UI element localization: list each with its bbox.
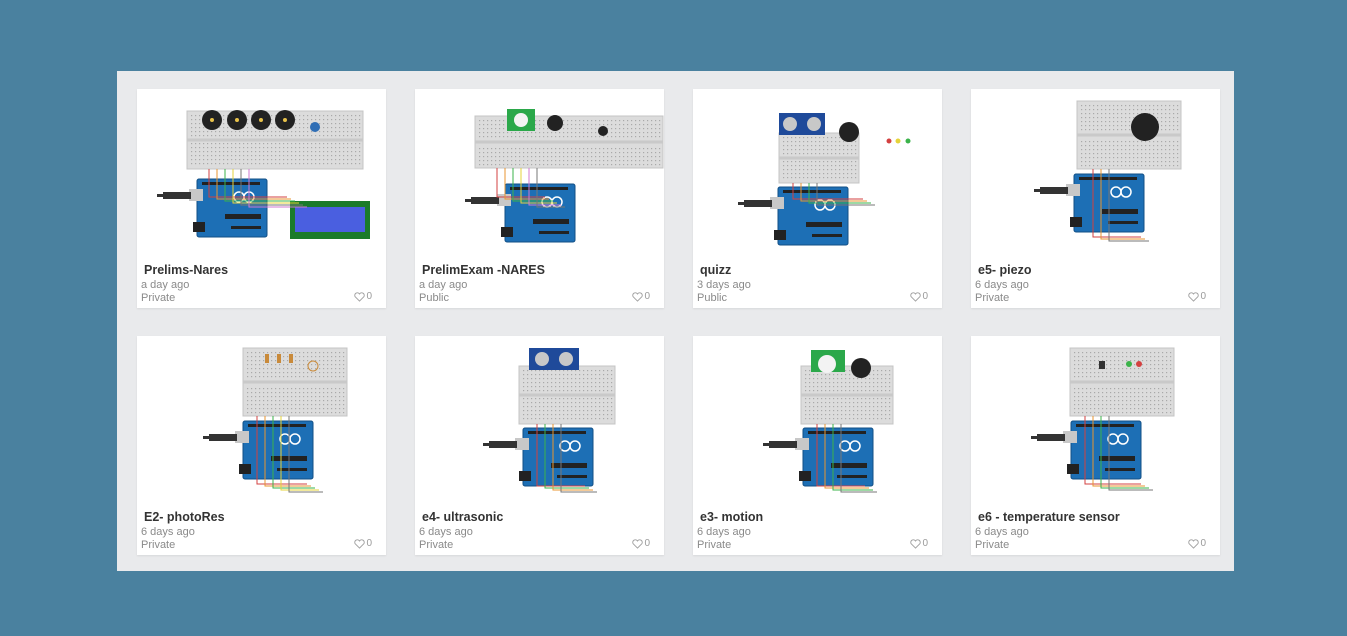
project-visibility: Private (141, 539, 176, 551)
project-title[interactable]: e5- piezo (978, 263, 1032, 277)
project-title[interactable]: Prelims-Nares (144, 263, 228, 277)
like-count: 0 (366, 538, 372, 549)
circuit-diagram (738, 113, 911, 246)
projects-panel: Prelims-Nares a day ago Private 0 Prelim… (117, 71, 1234, 571)
project-card[interactable]: e4- ultrasonic 6 days ago Private 0 (415, 336, 664, 555)
project-thumbnail[interactable] (415, 336, 664, 506)
like-button[interactable]: 0 (910, 538, 928, 549)
like-button[interactable]: 0 (354, 291, 372, 302)
project-thumbnail[interactable] (137, 89, 386, 259)
like-count: 0 (1200, 291, 1206, 302)
project-date: 6 days ago (419, 526, 473, 538)
heart-icon (632, 291, 644, 302)
like-count: 0 (922, 538, 928, 549)
project-thumbnail[interactable] (137, 336, 386, 506)
circuit-diagram (763, 350, 894, 493)
heart-icon (354, 538, 366, 549)
project-date: a day ago (419, 279, 468, 291)
like-count: 0 (366, 291, 372, 302)
circuit-diagram (1034, 100, 1182, 242)
project-date: 6 days ago (975, 526, 1029, 538)
project-title[interactable]: quizz (700, 263, 731, 277)
like-button[interactable]: 0 (632, 291, 650, 302)
project-thumbnail[interactable] (415, 89, 664, 259)
project-title[interactable]: e4- ultrasonic (422, 510, 503, 524)
heart-icon (1188, 538, 1200, 549)
project-date: 3 days ago (697, 279, 751, 291)
circuit-diagram (1031, 347, 1175, 491)
circuit-diagram (483, 348, 616, 493)
like-count: 0 (644, 291, 650, 302)
like-button[interactable]: 0 (910, 291, 928, 302)
project-card[interactable]: E2- photoRes 6 days ago Private 0 (137, 336, 386, 555)
project-thumbnail[interactable] (693, 336, 942, 506)
like-count: 0 (644, 538, 650, 549)
like-button[interactable]: 0 (1188, 291, 1206, 302)
circuit-diagram (203, 347, 348, 493)
heart-icon (354, 291, 366, 302)
project-card[interactable]: e3- motion 6 days ago Private 0 (693, 336, 942, 555)
project-title[interactable]: PrelimExam -NARES (422, 263, 545, 277)
project-date: 6 days ago (141, 526, 195, 538)
project-thumbnail[interactable] (971, 336, 1220, 506)
project-visibility: Private (975, 539, 1010, 551)
project-thumbnail[interactable] (693, 89, 942, 259)
like-count: 0 (922, 291, 928, 302)
project-visibility: Private (141, 292, 176, 304)
project-date: 6 days ago (697, 526, 751, 538)
circuit-diagram (157, 110, 370, 239)
heart-icon (1188, 291, 1200, 302)
heart-icon (910, 538, 922, 549)
project-visibility: Public (419, 292, 449, 304)
project-card[interactable]: PrelimExam -NARES a day ago Public 0 (415, 89, 664, 308)
heart-icon (910, 291, 922, 302)
like-button[interactable]: 0 (354, 538, 372, 549)
project-title[interactable]: e6 - temperature sensor (978, 510, 1120, 524)
project-thumbnail[interactable] (971, 89, 1220, 259)
project-title[interactable]: E2- photoRes (144, 510, 225, 524)
project-card[interactable]: e5- piezo 6 days ago Private 0 (971, 89, 1220, 308)
project-visibility: Private (975, 292, 1010, 304)
project-card[interactable]: e6 - temperature sensor 6 days ago Priva… (971, 336, 1220, 555)
heart-icon (632, 538, 644, 549)
project-visibility: Private (419, 539, 454, 551)
like-count: 0 (1200, 538, 1206, 549)
project-date: a day ago (141, 279, 190, 291)
project-title[interactable]: e3- motion (700, 510, 763, 524)
circuit-diagram (465, 109, 664, 243)
like-button[interactable]: 0 (1188, 538, 1206, 549)
project-visibility: Private (697, 539, 732, 551)
project-visibility: Public (697, 292, 727, 304)
project-card[interactable]: quizz 3 days ago Public 0 (693, 89, 942, 308)
like-button[interactable]: 0 (632, 538, 650, 549)
project-card[interactable]: Prelims-Nares a day ago Private 0 (137, 89, 386, 308)
project-date: 6 days ago (975, 279, 1029, 291)
